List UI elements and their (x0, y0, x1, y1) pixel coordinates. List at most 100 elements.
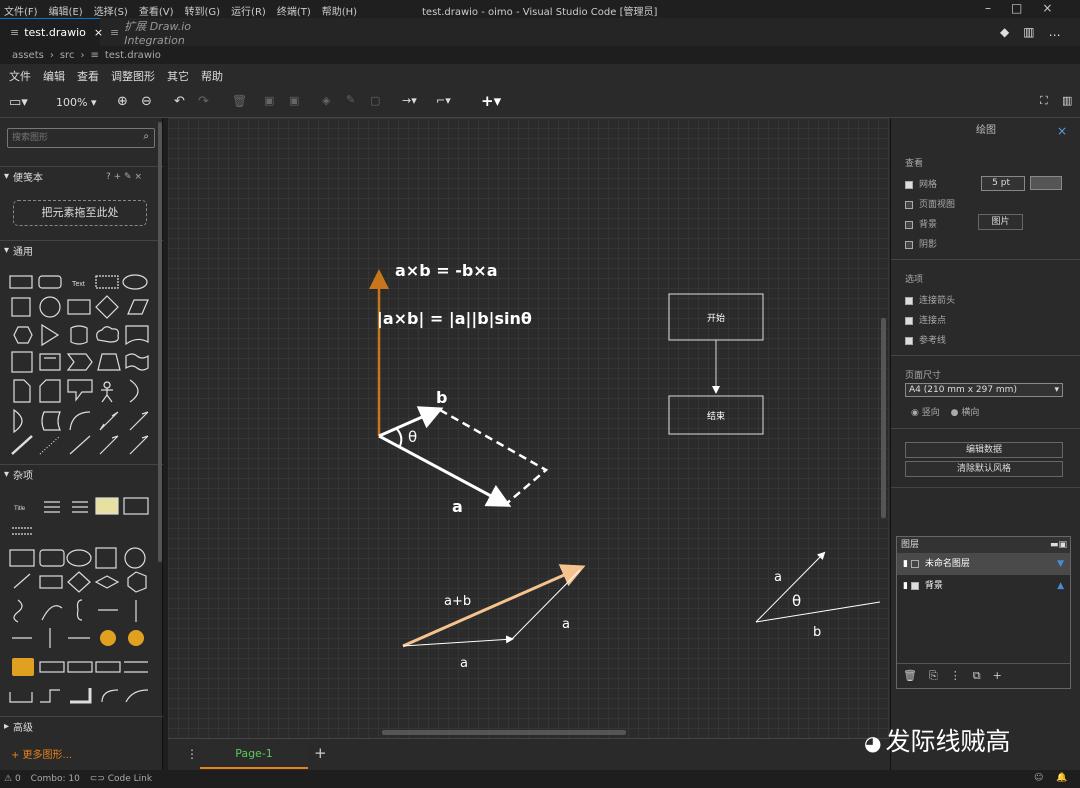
connect-arrows-option[interactable]: 连接箭头 (905, 293, 955, 306)
label-a-side[interactable]: a (562, 617, 570, 632)
angle-arc[interactable] (395, 427, 403, 447)
breadcrumb-assets[interactable]: assets (12, 50, 44, 61)
zoom-out-icon[interactable]: ⊖ (141, 94, 152, 109)
shape-rectangle-2[interactable] (9, 549, 35, 567)
scratchpad-drop-zone[interactable]: 把元素拖至此处 (13, 200, 147, 226)
shape-card[interactable] (39, 379, 61, 403)
breadcrumb-file[interactable]: test.drawio (105, 50, 161, 61)
menu-edit[interactable]: 编辑(E) (49, 7, 83, 18)
search-input[interactable] (8, 129, 128, 147)
drawio-menu-edit[interactable]: 编辑 (43, 68, 65, 84)
layer-row[interactable]: ▮ 背景 ▲ (897, 575, 1070, 597)
formula-magnitude[interactable]: |a×b| = |a||b|sinθ (377, 309, 532, 329)
shape-grid-lines[interactable] (12, 527, 32, 535)
shape-document[interactable] (125, 325, 149, 346)
shape-line-dotted[interactable] (39, 435, 61, 455)
shape-label[interactable] (39, 661, 65, 673)
shape-hr[interactable] (124, 661, 148, 673)
tab-test-drawio[interactable]: ≡ test.drawio × (0, 18, 103, 46)
shadow-option[interactable]: 阴影 (905, 237, 937, 250)
connect-points-checkbox[interactable] (905, 316, 913, 325)
clear-default-style-button[interactable]: 清除默认风格 (905, 461, 1063, 477)
shape-line[interactable] (69, 435, 91, 455)
label-b[interactable]: b (436, 388, 447, 407)
code-link-indicator[interactable]: ⊂⊃ Code Link (90, 774, 152, 784)
shape-bidirectional-arrow[interactable] (99, 411, 119, 431)
label-a-plus-b[interactable]: a+b (444, 594, 471, 609)
page-tab[interactable]: Page-1 (200, 739, 308, 769)
shape-internal-storage[interactable] (11, 351, 33, 373)
scratchpad-header[interactable]: ▾ 便笺本? + ✎ × (0, 166, 163, 186)
shape-rounded-rectangle[interactable] (38, 275, 62, 289)
page-view-checkbox[interactable] (905, 200, 913, 209)
shape-label-3[interactable] (95, 661, 121, 673)
shape-triangle[interactable] (41, 323, 60, 347)
guides-checkbox[interactable] (905, 336, 913, 345)
flow-end-label[interactable]: 结束 (707, 410, 725, 422)
shape-cube-2[interactable] (127, 571, 147, 593)
feedback-icon[interactable]: ☺ (1034, 773, 1043, 783)
guides-option[interactable]: 参考线 (905, 333, 946, 346)
to-back-icon[interactable]: ▣ (289, 94, 299, 107)
triangle-label-a[interactable]: a (774, 570, 782, 585)
vector-a-plus-b[interactable] (402, 564, 586, 648)
zoom-select[interactable]: 100% ▾ (56, 96, 96, 109)
redo-icon[interactable]: ↷ (198, 94, 209, 109)
triangle-vector-b[interactable] (755, 601, 881, 623)
drawio-menu-view[interactable]: 查看 (77, 68, 99, 84)
undo-icon[interactable]: ↶ (174, 94, 185, 109)
move-down-icon[interactable]: ▼ (1057, 553, 1064, 575)
layers-window-controls[interactable]: ▬▣ (1050, 537, 1067, 553)
gear-tile-icon[interactable] (12, 658, 34, 676)
fill-color-icon[interactable]: ◈ (322, 94, 330, 107)
label-theta[interactable]: θ (408, 428, 417, 446)
search-icon[interactable]: ⌕ (143, 131, 149, 142)
shape-actor[interactable] (101, 381, 113, 403)
duplicate-icon[interactable]: ⧉ (973, 669, 993, 682)
triangle-label-theta[interactable]: θ (792, 592, 801, 610)
insert-icon[interactable]: +▾ (481, 92, 501, 110)
image-button[interactable]: 图片 (978, 214, 1023, 230)
shape-corner-bold[interactable] (70, 688, 92, 704)
shape-callout[interactable] (67, 379, 93, 402)
shape-s-curve-2[interactable] (41, 605, 63, 621)
split-editor-icon[interactable]: ▥ (1023, 25, 1048, 39)
shape-textbox[interactable] (95, 275, 119, 289)
shape-title[interactable]: Title (14, 506, 26, 512)
grid-option[interactable]: 网格 (905, 177, 937, 190)
shape-ellipse[interactable] (122, 274, 148, 290)
format-panel-icon[interactable]: ▥ (1062, 94, 1072, 107)
shape-note[interactable] (13, 379, 31, 403)
close-icon[interactable]: × (1042, 1, 1072, 15)
menu-goto[interactable]: 转到(G) (185, 7, 221, 18)
add-layer-icon[interactable]: + (993, 669, 1014, 682)
misc-shapes-grid[interactable]: Title (6, 490, 156, 710)
scrollbar[interactable] (158, 122, 162, 562)
zoom-in-icon[interactable]: ⊕ (117, 94, 128, 109)
shape-s-curve[interactable] (13, 599, 23, 623)
menu-run[interactable]: 运行(R) (231, 7, 266, 18)
more-icon[interactable]: ⋮ (950, 669, 973, 682)
pages-menu-icon[interactable]: ⋮ (186, 747, 198, 761)
add-page-icon[interactable]: + (314, 744, 327, 762)
shape-cloud[interactable] (96, 326, 119, 343)
line-color-icon[interactable]: ✎ (346, 93, 355, 106)
portrait-radio[interactable]: ◉ 竖向 (911, 408, 940, 418)
shape-curve-arrow[interactable] (125, 689, 149, 703)
grid-color-swatch[interactable] (1030, 176, 1062, 190)
minimize-icon[interactable]: – (985, 1, 1011, 15)
delete-icon[interactable]: 🗑 (232, 94, 247, 108)
shadow-icon[interactable]: ▢ (370, 94, 380, 107)
more-shapes-link[interactable]: + 更多图形... (11, 746, 72, 761)
tab-extension[interactable]: ≡ 扩展 Draw.io Integration (100, 18, 255, 47)
edit-data-button[interactable]: 编辑数据 (905, 442, 1063, 458)
shape-directed-arrow[interactable] (129, 435, 149, 455)
shape-note-box[interactable] (95, 497, 119, 515)
layer-visibility-checkbox[interactable] (910, 581, 919, 590)
gear-icon[interactable] (100, 630, 116, 646)
shape-circle[interactable] (39, 296, 61, 318)
shape-corner-arrow[interactable] (40, 689, 60, 703)
parallelogram-dashed[interactable] (439, 408, 549, 505)
shape-label-2[interactable] (67, 661, 93, 673)
triangle-label-b[interactable]: b (813, 625, 821, 640)
